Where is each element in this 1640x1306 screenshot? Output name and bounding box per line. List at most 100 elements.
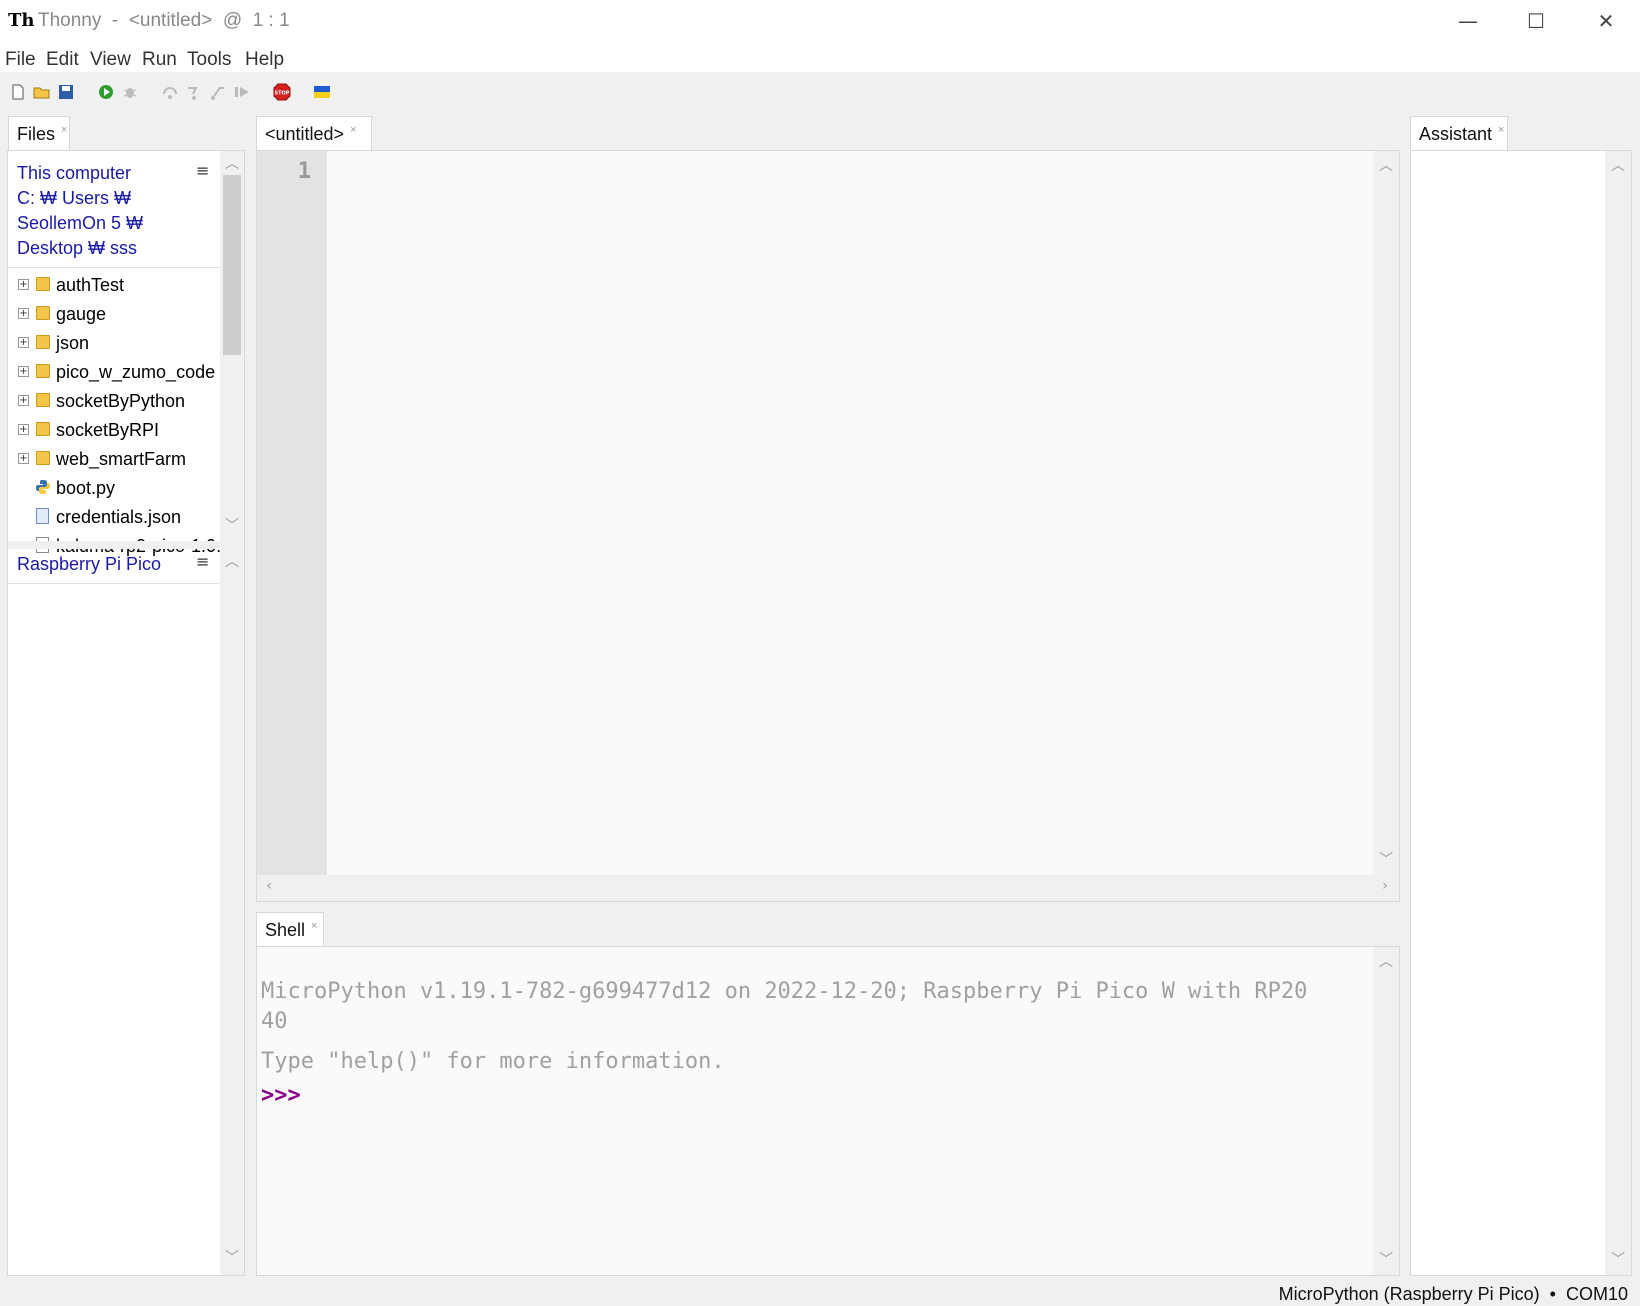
tree-item-file[interactable]: boot.py	[16, 474, 226, 502]
expand-icon[interactable]: +	[18, 453, 29, 464]
code-editor[interactable]	[327, 151, 1373, 875]
new-file-icon[interactable]	[8, 82, 28, 102]
shell-console[interactable]: MicroPython v1.19.1-782-g699477d12 on 20…	[257, 947, 1373, 1275]
pane-divider[interactable]	[8, 541, 244, 549]
scroll-down-icon[interactable]: ﹀	[1376, 849, 1396, 869]
scroll-up-icon[interactable]: ︿	[222, 551, 242, 571]
folder-icon	[36, 393, 50, 407]
shell-help-line: Type "help()" for more information.	[261, 1049, 725, 1074]
run-icon[interactable]	[96, 82, 116, 102]
scroll-down-icon[interactable]: ﹀	[1608, 1249, 1628, 1269]
breadcrumb-desktop-sss[interactable]: Desktop ₩ sss	[17, 236, 207, 261]
tree-item-folder[interactable]: + socketByPython	[16, 387, 226, 415]
close-tab-icon[interactable]: ×	[61, 124, 67, 136]
scroll-left-icon[interactable]: ‹	[259, 878, 279, 894]
close-tab-icon[interactable]: ×	[350, 124, 356, 136]
expand-icon[interactable]: +	[18, 424, 29, 435]
shell-prompt: >>>	[261, 1083, 301, 1108]
tree-item-folder[interactable]: + json	[16, 329, 226, 357]
close-tab-icon[interactable]: ×	[1498, 124, 1504, 136]
tab-files[interactable]: Files ×	[8, 116, 70, 150]
files-scrollbar[interactable]: ︿ ﹀	[220, 151, 244, 541]
scroll-up-icon[interactable]: ︿	[1376, 155, 1396, 175]
tab-untitled[interactable]: <untitled> ×	[256, 116, 372, 150]
toolbar: STOP	[0, 72, 1640, 112]
tree-item-folder[interactable]: + authTest	[16, 271, 226, 299]
tab-assistant-label: Assistant	[1419, 124, 1493, 144]
editor-panel: 1 ︿ ﹀ ‹ ›	[256, 150, 1400, 902]
save-icon[interactable]	[56, 82, 76, 102]
breadcrumb-users[interactable]: C: ₩ Users ₩	[17, 186, 207, 211]
scroll-up-icon[interactable]: ︿	[1608, 155, 1628, 175]
interpreter-status[interactable]: MicroPython (Raspberry Pi Pico) • COM10	[1279, 1284, 1628, 1305]
device-label[interactable]: Raspberry Pi Pico	[17, 552, 161, 577]
tab-files-label: Files	[17, 124, 56, 144]
breadcrumb-this-computer[interactable]: This computer	[17, 161, 207, 186]
folder-icon	[36, 364, 50, 378]
assistant-scrollbar[interactable]: ︿ ﹀	[1605, 151, 1631, 1275]
expand-icon[interactable]: +	[18, 337, 29, 348]
divider	[8, 583, 220, 584]
open-file-icon[interactable]	[32, 82, 52, 102]
device-scrollbar[interactable]: ︿ ﹀	[220, 549, 244, 1275]
menu-tools[interactable]: Tools	[187, 48, 231, 72]
tab-assistant[interactable]: Assistant ×	[1410, 116, 1508, 150]
scroll-down-icon[interactable]: ﹀	[222, 515, 242, 535]
tree-item-file[interactable]: credentials.json	[16, 503, 226, 531]
menu-run[interactable]: Run	[142, 48, 177, 72]
resume-icon[interactable]	[232, 82, 252, 102]
editor-h-scrollbar[interactable]: ‹ ›	[257, 875, 1399, 901]
expand-icon[interactable]: +	[18, 279, 29, 290]
scroll-up-icon[interactable]: ︿	[222, 153, 242, 173]
tree-item-label: gauge	[56, 304, 107, 324]
line-number-gutter: 1	[257, 151, 327, 875]
files-menu-icon[interactable]: ≡	[196, 161, 209, 180]
file-tree: + authTest + gauge + json + pico_w_zumo_code…	[8, 271, 221, 711]
ukraine-flag-icon[interactable]	[312, 82, 332, 102]
scroll-thumb[interactable]	[223, 175, 241, 355]
assistant-panel: ︿ ﹀	[1410, 150, 1632, 1276]
assistant-content	[1411, 151, 1605, 1275]
close-tab-icon[interactable]: ×	[311, 920, 317, 932]
minimize-button[interactable]: —	[1434, 0, 1502, 44]
tab-shell[interactable]: Shell ×	[256, 912, 324, 946]
shell-scrollbar[interactable]: ︿ ﹀	[1373, 947, 1399, 1275]
scroll-right-icon[interactable]: ›	[1375, 878, 1395, 894]
menu-help[interactable]: Help	[245, 48, 284, 72]
expand-icon[interactable]: +	[18, 308, 29, 319]
folder-icon	[36, 451, 50, 465]
svg-text:STOP: STOP	[275, 91, 290, 97]
maximize-button[interactable]: ☐	[1502, 0, 1570, 44]
tree-item-label: authTest	[56, 275, 125, 295]
scroll-down-icon[interactable]: ﹀	[222, 1247, 242, 1267]
expand-icon[interactable]: +	[18, 366, 29, 377]
step-into-icon[interactable]	[184, 82, 204, 102]
tree-item-folder[interactable]: + gauge	[16, 300, 226, 328]
folder-icon	[36, 422, 50, 436]
menu-edit[interactable]: Edit	[46, 48, 79, 72]
tree-item-label: boot.py	[56, 478, 116, 498]
debug-icon[interactable]	[120, 82, 140, 102]
step-over-icon[interactable]	[160, 82, 180, 102]
menu-view[interactable]: View	[90, 48, 131, 72]
tree-item-folder[interactable]: + pico_w_zumo_code	[16, 358, 226, 386]
tree-item-label: socketByRPI	[56, 420, 160, 440]
thonny-logo-icon: Th	[8, 10, 35, 31]
step-out-icon[interactable]	[208, 82, 228, 102]
device-menu-icon[interactable]: ≡	[196, 552, 209, 571]
stop-icon[interactable]: STOP	[272, 82, 292, 102]
breadcrumb-user[interactable]: SeollemOn 5 ₩	[17, 211, 207, 236]
tree-item-folder[interactable]: + socketByRPI	[16, 416, 226, 444]
editor-v-scrollbar[interactable]: ︿ ﹀	[1373, 151, 1399, 875]
files-panel: This computer C: ₩ Users ₩ SeollemOn 5 ₩…	[7, 150, 245, 1276]
folder-icon	[36, 306, 50, 320]
shell-banner-line: MicroPython v1.19.1-782-g699477d12 on 20…	[261, 979, 1308, 1004]
expand-icon[interactable]: +	[18, 395, 29, 406]
close-button[interactable]: ✕	[1572, 0, 1640, 44]
scroll-up-icon[interactable]: ︿	[1376, 951, 1396, 971]
menu-file[interactable]: File	[5, 48, 36, 72]
tab-shell-label: Shell	[265, 920, 306, 940]
scroll-down-icon[interactable]: ﹀	[1376, 1249, 1396, 1269]
shell-banner-line: 40	[261, 1009, 288, 1034]
tree-item-folder[interactable]: + web_smartFarm	[16, 445, 226, 473]
